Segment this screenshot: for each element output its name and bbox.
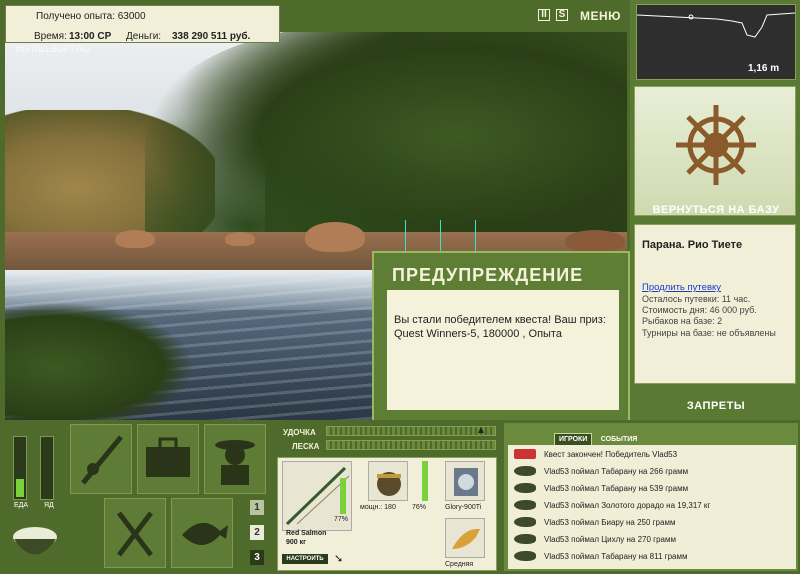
rod-name: Red Salmon [286,530,327,537]
fish-icon [514,466,536,476]
rock [115,230,155,248]
fisherman-icon [215,440,255,485]
day-cost: Стоимость дня: 46 000 руб. [642,305,757,315]
rod-tension-label: УДОЧКА [283,428,316,437]
list-item: Vlad53 поймал Цихлу на 270 грамм [508,532,796,548]
reel-condition-bar [422,461,428,501]
event-text: Vlad53 поймал Табарану на 811 грамм [544,552,688,561]
sound-button[interactable]: S [556,9,568,21]
money-value: 338 290 511 руб. [172,31,251,42]
event-text: Vlad53 поймал Золотого дорадо на 19,317 … [544,501,711,510]
lure-size: Средняя [445,561,474,568]
line-tension-label: ЛЕСКА [292,442,320,451]
events-list: Квест закончен! Победитель Vlad53 Vlad53… [508,445,796,569]
money-label: Деньги: [126,31,162,42]
event-text: Vlad53 поймал Табарану на 539 грамм [544,484,689,493]
list-item: Vlad53 поймал Табарану на 811 грамм [508,549,796,565]
page-button-1[interactable]: 1 [250,500,264,515]
page-button-2[interactable]: 2 [250,525,264,540]
tab-events[interactable]: СОБЫТИЯ [597,434,642,445]
tackle-box-tile[interactable] [137,424,199,494]
menu-button[interactable]: МЕНЮ [580,9,621,23]
list-item: Vlad53 поймал Табарану на 266 грамм [508,464,796,480]
return-to-base-card[interactable] [634,86,796,216]
rock [225,232,255,246]
quest-icon [514,449,536,459]
fish-icon [514,534,536,544]
watermark: INSTALLSOFT.RU [15,44,90,54]
pause-button[interactable]: II [538,9,550,21]
lure-slot[interactable] [445,518,485,558]
tackle-box-icon [146,437,190,477]
location-card: Парана. Рио Тиете Продлить путевку Остал… [634,224,796,384]
rod-weight: 900 кг [286,539,307,546]
rod-condition-bar [340,478,346,514]
setup-button[interactable]: НАСТРОИТЬ [282,554,328,564]
poison-label: ЯД [44,502,54,509]
fish-icon [514,483,536,493]
return-to-base-button[interactable]: ВЕРНУТЬСЯ НА БАЗУ [636,204,796,216]
poison-meter [40,436,54,500]
float-marker [688,14,694,20]
experience-text: Получено опыта: 63000 [36,11,146,22]
event-text: Квест закончен! Победитель Vlad53 [544,450,678,459]
reel-power: мощн.: 180 [360,504,396,511]
arrow-icon: ➘ [334,553,344,565]
fish-keepnet-tile[interactable] [171,498,233,568]
rods-tile[interactable] [70,424,132,494]
warning-title: ПРЕДУПРЕЖДЕНИЕ [392,265,584,285]
line-tension-bar [326,440,496,450]
event-text: Vlad53 поймал Цихлу на 270 грамм [544,535,676,544]
list-item: Vlad53 поймал Золотого дорадо на 19,317 … [508,498,796,514]
fish-icon [514,517,536,527]
event-text: Vlad53 поймал Биару на 250 грамм [544,518,676,527]
fish-icon [514,500,536,510]
lure-icon [452,528,480,549]
food-meter-fill [16,479,24,497]
warning-dialog[interactable]: ПРЕДУПРЕЖДЕНИЕ Вы стали победителем квес… [372,251,630,423]
time-label: Время: [34,31,67,42]
warning-message: Вы стали победителем квеста! Ваш приз: Q… [387,290,619,410]
tension-marker-icon: ▲ [476,425,486,436]
rod-tension-bar [326,426,496,436]
page-button-3[interactable]: 3 [250,550,264,565]
fisherman-tile[interactable] [204,424,266,494]
fish-icon [182,522,228,545]
line-name: Glory-900Ti [445,504,482,511]
list-item: Vlad53 поймал Табарану на 539 грамм [508,481,796,497]
line-slot[interactable] [445,461,485,501]
food-label: ЕДА [14,502,29,509]
ship-wheel-icon [676,105,756,185]
reel-icon [377,472,401,496]
food-tile[interactable] [104,498,166,568]
reel-slot[interactable] [368,461,408,501]
permit-remaining: Осталось путевки: 11 час. [642,294,751,304]
foreground-bush [5,302,195,420]
food-meter [13,436,27,500]
bans-button[interactable]: ЗАПРЕТЫ [636,400,796,412]
reel-percent: 76% [412,504,427,511]
rock [565,230,625,252]
tackle-panel: 77% Red Salmon 900 кг НАСТРОИТЬ ➘ мощн.:… [277,457,497,571]
events-tabs: ИГРОКИ СОБЫТИЯ [554,428,641,446]
fishers-on-base: Рыбаков на базе: 2 [642,316,723,326]
player-info-box: Получено опыта: 63000 Время: 13:00 СР Де… [5,5,280,43]
fishing-rod-icon [81,435,123,485]
food-bowl-icon[interactable] [10,515,60,567]
extend-permit-link[interactable]: Продлить путевку [642,282,721,293]
list-item: Квест закончен! Победитель Vlad53 [508,447,796,463]
rod-percent: 77% [334,516,349,523]
tournaments-status: Турниры на базе: не объявлены [642,328,776,338]
fork-knife-icon [117,511,153,557]
location-title: Парана. Рио Тиете [642,239,743,251]
rock [305,222,365,252]
line-spool-icon [454,468,478,496]
depth-value: 1,16 m [748,63,780,74]
event-text: Vlad53 поймал Табарану на 266 грамм [544,467,689,476]
events-panel: ИГРОКИ СОБЫТИЯ Квест закончен! Победител… [504,423,798,571]
time-value: 13:00 СР [69,31,112,42]
fish-icon [514,551,536,561]
list-item: Vlad53 поймал Биару на 250 грамм [508,515,796,531]
